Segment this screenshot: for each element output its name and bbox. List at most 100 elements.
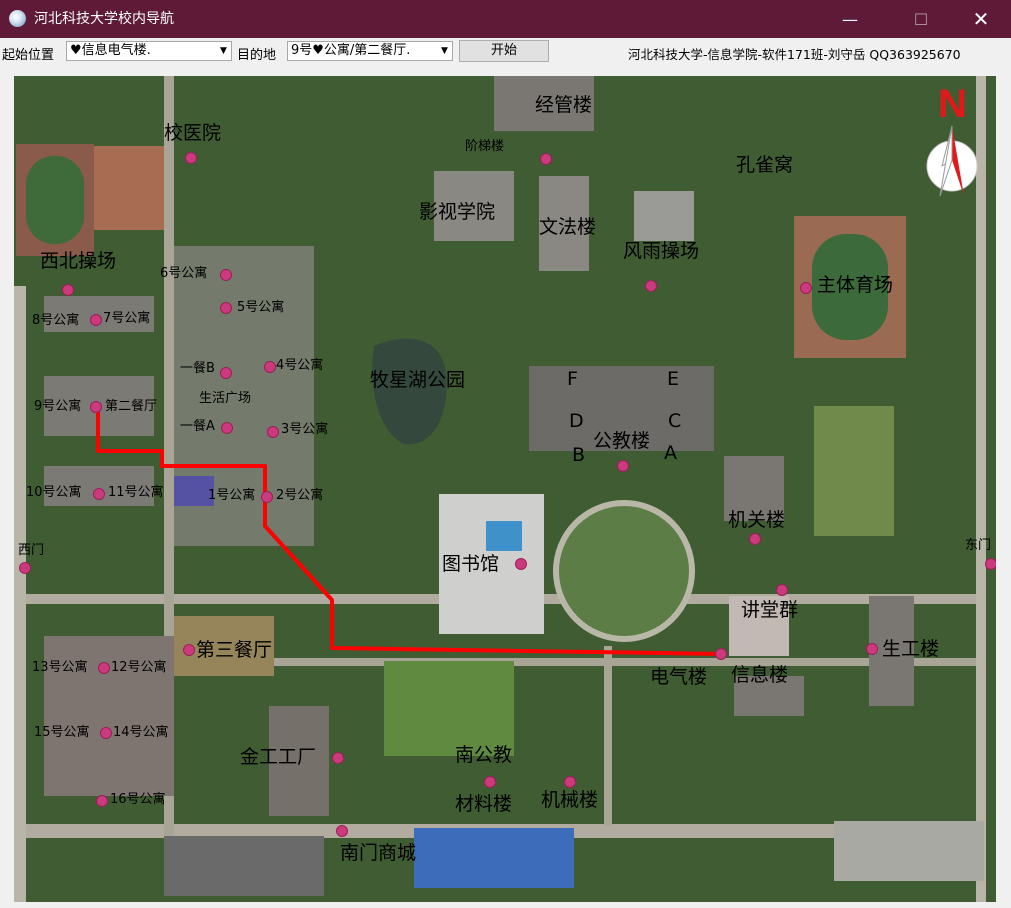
place-label-muxinghu: 牧星湖公园 bbox=[370, 369, 466, 391]
place-label-apt5: 5号公寓 bbox=[237, 300, 285, 315]
place-label-apt16: 16号公寓 bbox=[110, 792, 166, 807]
place-label-shenghuo: 生活广场 bbox=[199, 391, 252, 406]
place-marker-apt9[interactable] bbox=[90, 401, 102, 413]
place-label-apt9: 9号公寓 bbox=[34, 399, 82, 414]
place-marker-apt1[interactable] bbox=[261, 491, 273, 503]
place-marker-apt5[interactable] bbox=[220, 302, 232, 314]
place-marker-jixie[interactable] bbox=[564, 776, 576, 788]
place-label-yicanB: 一餐B bbox=[180, 361, 215, 376]
place-label-apt8: 8号公寓 bbox=[32, 313, 80, 328]
close-button[interactable]: ✕ bbox=[958, 0, 1004, 38]
place-marker-apt6[interactable] bbox=[220, 269, 232, 281]
place-marker-apt13[interactable] bbox=[98, 662, 110, 674]
place-label-jingguan: 经管楼 bbox=[535, 94, 593, 116]
place-label-jixie: 机械楼 bbox=[541, 789, 599, 811]
place-label-zhuti: 主体育场 bbox=[817, 274, 894, 296]
place-marker-jietilou[interactable] bbox=[540, 153, 552, 165]
app-icon bbox=[9, 10, 26, 27]
place-label-apt13: 13号公寓 bbox=[32, 660, 88, 675]
place-marker-nanmen[interactable] bbox=[336, 825, 348, 837]
maximize-button[interactable]: ☐ bbox=[898, 0, 944, 38]
place-marker-yicanB[interactable] bbox=[220, 367, 232, 379]
place-marker-xibei[interactable] bbox=[62, 284, 74, 296]
place-label-xinxi: 信息楼 bbox=[731, 664, 789, 686]
place-label-bldgB: B bbox=[572, 444, 586, 466]
compass-icon: N bbox=[922, 84, 982, 199]
place-label-kongquewo: 孔雀窝 bbox=[736, 154, 794, 176]
place-marker-gongjiao[interactable] bbox=[617, 460, 629, 472]
place-marker-ximen[interactable] bbox=[19, 562, 31, 574]
place-marker-jiguan[interactable] bbox=[749, 533, 761, 545]
place-label-jiguan: 机关楼 bbox=[728, 509, 786, 531]
compass-needle bbox=[926, 125, 978, 197]
place-marker-disanca[interactable] bbox=[183, 644, 195, 656]
place-label-apt2: 2号公寓 bbox=[276, 488, 324, 503]
author-credit: 河北科技大学-信息学院-软件171班-刘守岳 QQ363925670 bbox=[628, 47, 961, 62]
maximize-icon: ☐ bbox=[913, 9, 929, 29]
place-label-dianqi: 电气楼 bbox=[650, 666, 708, 688]
place-marker-xinxi[interactable] bbox=[715, 648, 727, 660]
place-marker-dongmen[interactable] bbox=[985, 558, 996, 570]
place-label-apt11: 11号公寓 bbox=[108, 485, 164, 500]
start-select[interactable]: ♥信息电气楼. ▼ bbox=[66, 41, 232, 61]
place-label-apt7: 7号公寓 bbox=[103, 311, 151, 326]
title-bar: 河北科技大学校内导航 — ☐ ✕ bbox=[0, 0, 1011, 38]
place-label-ximen: 西门 bbox=[18, 543, 45, 558]
place-label-apt6: 6号公寓 bbox=[160, 266, 208, 281]
place-label-nangongjiao: 南公教 bbox=[455, 744, 513, 766]
place-label-nanmen: 南门商城 bbox=[340, 842, 417, 864]
place-label-dongmen: 东门 bbox=[965, 538, 992, 553]
place-label-jiangtang: 讲堂群 bbox=[741, 599, 799, 621]
chevron-down-icon: ▼ bbox=[220, 46, 227, 56]
place-marker-shenggong[interactable] bbox=[866, 643, 878, 655]
place-label-apt4: 4号公寓 bbox=[276, 358, 324, 373]
place-marker-fengyu[interactable] bbox=[645, 280, 657, 292]
place-label-apt12: 12号公寓 bbox=[111, 660, 167, 675]
place-label-fengyu: 风雨操场 bbox=[623, 240, 700, 262]
destination-select-value: 9号♥公寓/第二餐厅. bbox=[291, 43, 411, 58]
place-label-xiaoyiyuan: 校医院 bbox=[164, 122, 222, 144]
place-label-apt14: 14号公寓 bbox=[113, 725, 169, 740]
destination-label: 目的地 bbox=[237, 48, 277, 63]
place-label-apt15: 15号公寓 bbox=[34, 725, 90, 740]
minimize-button[interactable]: — bbox=[827, 0, 873, 38]
place-marker-apt16[interactable] bbox=[96, 795, 108, 807]
place-label-apt10: 10号公寓 bbox=[26, 485, 82, 500]
place-marker-apt3[interactable] bbox=[267, 426, 279, 438]
place-marker-apt10[interactable] bbox=[93, 488, 105, 500]
place-marker-apt15[interactable] bbox=[100, 727, 112, 739]
place-label-xibei: 西北操场 bbox=[40, 250, 117, 272]
place-label-apt3: 3号公寓 bbox=[281, 422, 329, 437]
place-marker-nangongjiao[interactable] bbox=[484, 776, 496, 788]
place-marker-yicanA[interactable] bbox=[221, 422, 233, 434]
start-select-value: ♥信息电气楼. bbox=[70, 43, 151, 58]
place-label-jingong: 金工工厂 bbox=[240, 746, 317, 768]
toolbar: 起始位置 ♥信息电气楼. ▼ 目的地 9号♥公寓/第二餐厅. ▼ 开始 河北科技… bbox=[0, 38, 1011, 66]
place-label-jietilou: 阶梯楼 bbox=[465, 139, 505, 154]
place-label-bldgE: E bbox=[667, 368, 680, 390]
place-marker-tushuguan[interactable] bbox=[515, 558, 527, 570]
place-label-shenggong: 生工楼 bbox=[882, 638, 940, 660]
place-marker-zhuti[interactable] bbox=[800, 282, 812, 294]
close-icon: ✕ bbox=[972, 7, 990, 31]
place-label-bldgD: D bbox=[569, 410, 584, 432]
place-marker-jiangtang[interactable] bbox=[776, 584, 788, 596]
minimize-icon: — bbox=[842, 9, 858, 29]
place-label-bldgA: A bbox=[664, 442, 677, 464]
start-label: 起始位置 bbox=[2, 48, 55, 63]
place-label-cailiao: 材料楼 bbox=[455, 793, 513, 815]
place-label-apt1: 1号公寓 bbox=[208, 488, 256, 503]
start-button[interactable]: 开始 bbox=[459, 40, 549, 62]
place-marker-jingong[interactable] bbox=[332, 752, 344, 764]
place-label-tushuguan: 图书馆 bbox=[442, 553, 500, 575]
place-marker-xiaoyiyuan[interactable] bbox=[185, 152, 197, 164]
place-marker-apt4[interactable] bbox=[264, 361, 276, 373]
place-label-gongjiao: 公教楼 bbox=[593, 430, 651, 452]
place-label-bldgF: F bbox=[567, 368, 578, 390]
place-label-wenfa: 文法楼 bbox=[539, 216, 597, 238]
place-label-yingshi: 影视学院 bbox=[419, 201, 496, 223]
campus-map[interactable]: N 经管楼 校医院 阶梯楼 孔雀窝 影视学院 文法楼 风雨操场 西北操场 6号公… bbox=[14, 76, 996, 902]
place-label-disanca: 第三餐厅 bbox=[196, 639, 273, 661]
place-marker-apt7[interactable] bbox=[90, 314, 102, 326]
destination-select[interactable]: 9号♥公寓/第二餐厅. ▼ bbox=[287, 41, 453, 61]
